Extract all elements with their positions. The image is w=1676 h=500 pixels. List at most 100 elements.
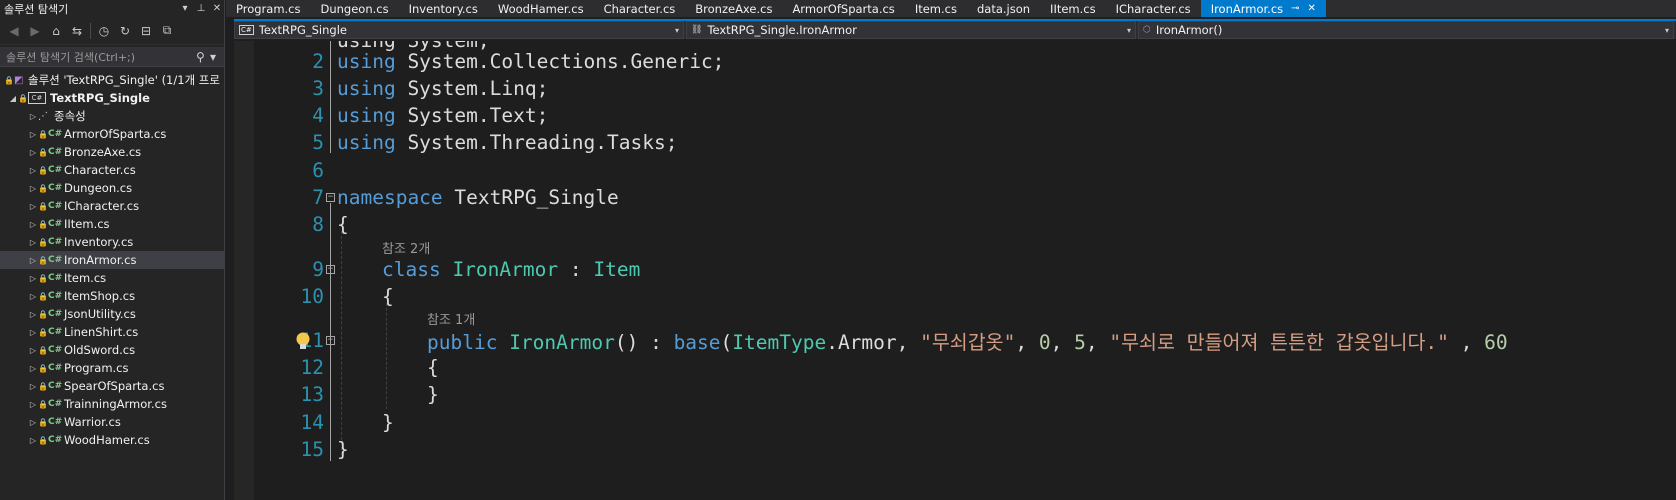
collapsed-arrow-icon[interactable]: ▷ (28, 256, 38, 265)
collapsed-arrow-icon[interactable]: ▷ (28, 274, 38, 283)
tree-file-item[interactable]: ▷ 🔒 C# LinenShirt.cs (0, 323, 224, 341)
collapsed-arrow-icon[interactable]: ▷ (28, 220, 38, 229)
search-icon[interactable]: ⚲ (196, 50, 210, 64)
tree-file-item[interactable]: ▷ 🔒 C# Dungeon.cs (0, 179, 224, 197)
tree-file-item[interactable]: ▷ 🔒 C# WoodHamer.cs (0, 431, 224, 449)
document-tab[interactable]: ArmorOfSparta.cs (782, 0, 904, 17)
lock-icon: 🔒 (38, 399, 48, 409)
tree-file-item[interactable]: ▷ 🔒 C# OldSword.cs (0, 341, 224, 359)
keyword: using (337, 131, 396, 154)
document-tab[interactable]: ICharacter.cs (1106, 0, 1201, 17)
code-editor[interactable]: using System; 2 using System.Collections… (234, 41, 1676, 500)
tree-file-item[interactable]: ▷ 🔒 C# ICharacter.cs (0, 197, 224, 215)
collapsed-arrow-icon[interactable]: ▷ (28, 364, 38, 373)
lock-icon: 🔒 (38, 165, 48, 175)
tree-file-item[interactable]: ▷ 🔒 C# TrainningArmor.cs (0, 395, 224, 413)
expanded-arrow-icon[interactable]: ◢ (8, 94, 18, 103)
collapsed-arrow-icon[interactable]: ▷ (28, 130, 38, 139)
csharp-file-icon: C# (48, 129, 63, 139)
document-tab[interactable]: IItem.cs (1040, 0, 1106, 17)
project-dropdown[interactable]: C# TextRPG_Single ▾ (234, 21, 684, 39)
tree-file-item[interactable]: ▷ 🔒 C# JsonUtility.cs (0, 305, 224, 323)
type-dropdown[interactable]: ⛓ TextRPG_Single.IronArmor ▾ (686, 21, 1136, 39)
solution-tree: 🔒 ◩ 솔루션 'TextRPG_Single' (1/1개 프로 ◢ 🔒 C#… (0, 71, 224, 449)
pending-changes-icon[interactable]: ◷ (96, 23, 112, 39)
tree-file-item[interactable]: ▷ 🔒 C# Character.cs (0, 161, 224, 179)
document-tab[interactable]: Dungeon.cs (311, 0, 399, 17)
tree-file-item[interactable]: ▷ 🔒 C# ArmorOfSparta.cs (0, 125, 224, 143)
document-tab[interactable]: Program.cs (226, 0, 311, 17)
forward-icon[interactable]: ▶ (27, 23, 43, 39)
document-tab[interactable]: data.json (967, 0, 1040, 17)
tree-solution[interactable]: 🔒 ◩ 솔루션 'TextRPG_Single' (1/1개 프로 (0, 71, 224, 89)
collapse-icon[interactable]: − (326, 193, 335, 202)
codelens-references[interactable]: 참조 2개 (382, 238, 430, 257)
keyword: public (427, 331, 498, 354)
tree-file-item[interactable]: ▷ 🔒 C# SpearOfSparta.cs (0, 377, 224, 395)
tree-file-item[interactable]: ▷ 🔒 C# Inventory.cs (0, 233, 224, 251)
dependencies-icon: ⋰ (38, 110, 48, 122)
collapsed-arrow-icon[interactable]: ▷ (28, 346, 38, 355)
pin-icon[interactable]: ⊸ (1291, 3, 1299, 14)
document-tab[interactable]: Character.cs (594, 0, 686, 17)
tree-project[interactable]: ◢ 🔒 C# TextRPG_Single (0, 89, 224, 107)
csharp-file-icon: C# (48, 237, 63, 247)
collapsed-arrow-icon[interactable]: ▷ (28, 310, 38, 319)
document-tab[interactable]: Item.cs (905, 0, 967, 17)
file-label: WoodHamer.cs (64, 433, 150, 447)
collapse-all-icon[interactable]: ⊟ (138, 23, 154, 39)
switch-views-icon[interactable]: ⇆ (69, 23, 85, 39)
tab-label: BronzeAxe.cs (695, 1, 773, 16)
collapsed-arrow-icon[interactable]: ▷ (28, 436, 38, 445)
collapsed-arrow-icon[interactable]: ▷ (28, 112, 38, 121)
collapsed-arrow-icon[interactable]: ▷ (28, 328, 38, 337)
number-literal: 0 (1038, 331, 1051, 354)
lock-icon: 🔒 (38, 255, 48, 265)
lock-icon: 🔒 (38, 147, 48, 157)
lightbulb-icon[interactable] (294, 331, 312, 351)
search-input[interactable]: 솔루션 탐색기 검색(Ctrl+;) (6, 49, 196, 65)
collapsed-arrow-icon[interactable]: ▷ (28, 292, 38, 301)
collapsed-arrow-icon[interactable]: ▷ (28, 418, 38, 427)
close-icon[interactable]: ✕ (210, 3, 224, 14)
back-icon[interactable]: ◀ (6, 23, 22, 39)
file-label: Item.cs (64, 271, 107, 285)
pin-icon[interactable]: ⊥ (194, 3, 208, 14)
collapse-icon[interactable]: − (326, 336, 335, 345)
tree-file-item[interactable]: ▷ 🔒 C# Program.cs (0, 359, 224, 377)
refresh-icon[interactable]: ↻ (117, 23, 133, 39)
tree-file-item[interactable]: ▷ 🔒 C# IItem.cs (0, 215, 224, 233)
member-dropdown-label: IronArmor() (1155, 23, 1223, 37)
tree-file-item[interactable]: ▷ 🔒 C# Item.cs (0, 269, 224, 287)
member-dropdown[interactable]: ⬡ IronArmor() ▾ (1138, 21, 1674, 39)
collapsed-arrow-icon[interactable]: ▷ (28, 148, 38, 157)
collapse-icon[interactable]: − (326, 265, 335, 274)
tree-file-item[interactable]: ▷ 🔒 C# Warrior.cs (0, 413, 224, 431)
home-icon[interactable]: ⌂ (48, 23, 64, 39)
collapsed-arrow-icon[interactable]: ▷ (28, 202, 38, 211)
document-tab[interactable]: IronArmor.cs ⊸ ✕ (1200, 0, 1326, 17)
collapsed-arrow-icon[interactable]: ▷ (28, 382, 38, 391)
code-text: { (382, 285, 394, 308)
show-all-files-icon[interactable]: ⧉ (159, 23, 175, 39)
tree-file-item[interactable]: ▷ 🔒 C# BronzeAxe.cs (0, 143, 224, 161)
search-options-icon[interactable]: ▾ (210, 50, 224, 64)
collapsed-arrow-icon[interactable]: ▷ (28, 166, 38, 175)
lock-icon: 🔒 (38, 381, 48, 391)
document-tab[interactable]: BronzeAxe.cs (685, 0, 782, 17)
tree-file-item[interactable]: ▷ 🔒 C# ItemShop.cs (0, 287, 224, 305)
collapsed-arrow-icon[interactable]: ▷ (28, 400, 38, 409)
tree-file-item[interactable]: ▷ 🔒 C# IronArmor.cs (0, 251, 224, 269)
close-icon[interactable]: ✕ (1308, 3, 1316, 14)
document-tab[interactable]: WoodHamer.cs (488, 0, 594, 17)
tree-dependencies[interactable]: ▷ ⋰ 종속성 (0, 107, 224, 125)
line-number: 3 (312, 77, 324, 100)
dropdown-icon[interactable]: ▾ (178, 3, 192, 14)
collapsed-arrow-icon[interactable]: ▷ (28, 184, 38, 193)
toolbar-separator (90, 22, 91, 39)
document-tab[interactable]: Inventory.cs (399, 0, 488, 17)
explorer-search[interactable]: 솔루션 탐색기 검색(Ctrl+;) ⚲ ▾ (0, 47, 224, 67)
file-label: OldSword.cs (64, 343, 136, 357)
line-number: 10 (300, 285, 324, 308)
collapsed-arrow-icon[interactable]: ▷ (28, 238, 38, 247)
